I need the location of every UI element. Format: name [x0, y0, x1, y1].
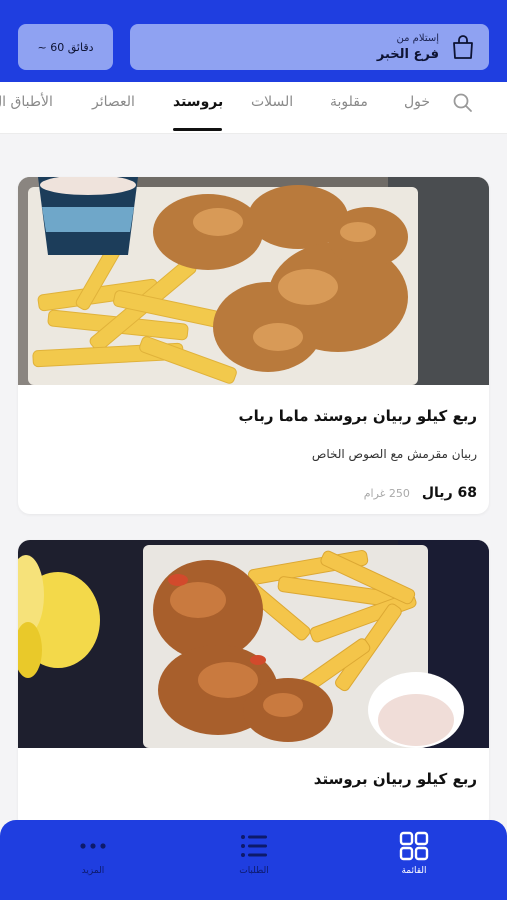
product-image-shrimp-fries — [18, 177, 489, 385]
nav-menu[interactable]: القائمة — [374, 830, 454, 876]
search-icon[interactable] — [452, 92, 474, 114]
product-description: ربيان مقرمش مع الصوص الخاص — [311, 447, 477, 461]
product-card[interactable]: ربع كيلو ربيان بروستد ماما رباب ربيان مق… — [18, 177, 489, 514]
pickup-info: إستلام من فرع الخبر — [377, 33, 439, 62]
nav-more-label: المزيد — [81, 866, 105, 876]
time-estimate-label: ~ 60 دقائق — [37, 40, 94, 54]
shopping-bag-icon — [451, 34, 475, 60]
list-icon — [241, 835, 267, 857]
delivery-time-estimate[interactable]: ~ 60 دقائق — [18, 24, 113, 70]
tab-maqluba[interactable]: مقلوبة — [330, 94, 368, 110]
product-price: 68 ريال — [421, 485, 477, 501]
tab-juices[interactable]: العصائر — [92, 94, 135, 110]
bottom-navigation: القائمة الطلبات المزيد — [0, 820, 507, 900]
nav-more[interactable]: المزيد — [53, 830, 133, 876]
active-tab-indicator — [173, 128, 222, 131]
grid-icon — [399, 831, 429, 861]
product-image-shrimp-platter — [18, 540, 489, 748]
app-header: إستلام من فرع الخبر ~ 60 دقائق — [0, 0, 507, 82]
tab-baskets[interactable]: السلات — [251, 94, 293, 110]
product-weight: 250 غرام — [363, 487, 410, 500]
nav-orders[interactable]: الطلبات — [214, 830, 294, 876]
product-title: ربع كيلو ربيان بروستد ماما رباب — [238, 407, 477, 425]
tab-khol[interactable]: خول — [404, 94, 430, 110]
category-tabs: خول مقلوبة السلات بروستد العصائر الأطباق… — [0, 82, 507, 134]
pickup-branch: فرع الخبر — [376, 46, 439, 62]
product-price-row: 68 ريال 250 غرام — [364, 485, 477, 501]
nav-menu-label: القائمة — [401, 866, 427, 876]
product-title: ربع كيلو ربيان بروستد — [313, 770, 477, 788]
tab-main-dishes[interactable]: الأطباق ال — [0, 94, 53, 110]
product-card[interactable]: ربع كيلو ربيان بروستد — [18, 540, 489, 830]
tab-broasted[interactable]: بروستد — [173, 94, 223, 110]
pickup-location-selector[interactable]: إستلام من فرع الخبر — [130, 24, 489, 70]
pickup-label: إستلام من — [396, 32, 439, 44]
more-dots-icon — [80, 843, 106, 849]
nav-orders-label: الطلبات — [239, 866, 269, 876]
